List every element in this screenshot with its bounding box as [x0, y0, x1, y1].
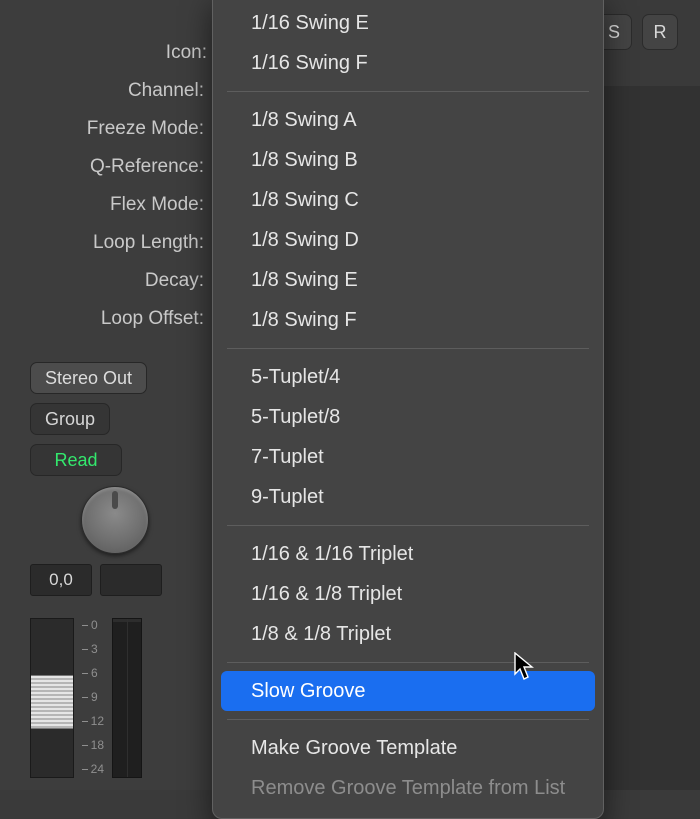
- scale-tick: 12: [82, 714, 104, 728]
- inspector-label-loop-offset: Loop Offset:: [0, 300, 234, 338]
- menu-item[interactable]: 1/8 Swing E: [221, 260, 595, 300]
- scale-tick: 18: [82, 738, 104, 752]
- menu-item[interactable]: 1/8 Swing A: [221, 100, 595, 140]
- db-scale: 0 3 6 9 12 18 24: [82, 618, 104, 778]
- pan-knob[interactable]: [81, 486, 149, 554]
- inspector-label-flex-mode: Flex Mode:: [0, 186, 234, 224]
- menu-item[interactable]: 9-Tuplet: [221, 477, 595, 517]
- menu-item[interactable]: 1/8 Swing F: [221, 300, 595, 340]
- channel-strip: Stereo Out Group Read 0,0: [30, 362, 200, 596]
- menu-item[interactable]: 5-Tuplet/8: [221, 397, 595, 437]
- menu-item[interactable]: 1/16 & 1/8 Triplet: [221, 574, 595, 614]
- volume-fader[interactable]: [30, 618, 74, 778]
- level-meter: [112, 618, 142, 778]
- menu-item[interactable]: 5-Tuplet/4: [221, 357, 595, 397]
- inspector-label-q-reference: Q-Reference:: [0, 148, 234, 186]
- inspector-label-icon: Icon:: [0, 34, 234, 72]
- automation-mode-selector[interactable]: Read: [30, 444, 122, 476]
- fader-handle-icon[interactable]: [30, 675, 74, 729]
- menu-item[interactable]: 1/16 & 1/16 Triplet: [221, 534, 595, 574]
- pan-readout[interactable]: 0,0: [30, 564, 92, 596]
- output-selector[interactable]: Stereo Out: [30, 362, 147, 394]
- menu-item[interactable]: 1/8 & 1/8 Triplet: [221, 614, 595, 654]
- record-enable-button[interactable]: R: [642, 14, 678, 50]
- fader-area: 0 3 6 9 12 18 24: [30, 618, 142, 778]
- inspector-label-channel: Channel:: [0, 72, 234, 110]
- menu-item[interactable]: 1/8 Swing D: [221, 220, 595, 260]
- menu-item[interactable]: 1/16 Swing F: [221, 43, 595, 83]
- scale-tick: 3: [82, 642, 104, 656]
- inspector-label-freeze-mode: Freeze Mode:: [0, 110, 234, 148]
- menu-separator: [227, 662, 589, 663]
- inspector-label-loop-length: Loop Length:: [0, 224, 234, 262]
- menu-item[interactable]: 7-Tuplet: [221, 437, 595, 477]
- menu-item: Remove Groove Template from List: [221, 768, 595, 808]
- scale-tick: 24: [82, 762, 104, 776]
- menu-item[interactable]: 1/8 Swing B: [221, 140, 595, 180]
- level-readout[interactable]: [100, 564, 162, 596]
- menu-separator: [227, 348, 589, 349]
- inspector-label-decay: Decay:: [0, 262, 234, 300]
- menu-separator: [227, 719, 589, 720]
- menu-separator: [227, 91, 589, 92]
- menu-item[interactable]: 1/8 Swing C: [221, 180, 595, 220]
- scale-tick: 9: [82, 690, 104, 704]
- menu-separator: [227, 525, 589, 526]
- menu-item[interactable]: 1/16 Swing E: [221, 3, 595, 43]
- menu-item[interactable]: Slow Groove: [221, 671, 595, 711]
- menu-item[interactable]: Make Groove Template: [221, 728, 595, 768]
- group-selector[interactable]: Group: [30, 403, 110, 435]
- scale-tick: 6: [82, 666, 104, 680]
- scale-tick: 0: [82, 618, 104, 632]
- quantize-menu[interactable]: 1/16 Swing E1/16 Swing F1/8 Swing A1/8 S…: [212, 0, 604, 819]
